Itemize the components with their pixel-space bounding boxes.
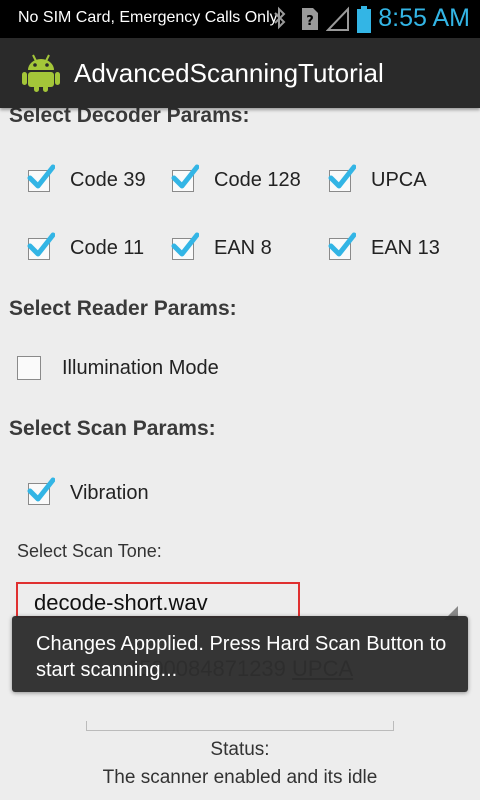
- checkbox-code11[interactable]: Code 11: [27, 232, 145, 260]
- checkbox-icon[interactable]: [328, 164, 356, 192]
- checkbox-label: UPCA: [371, 169, 427, 191]
- checkbox-label: EAN 8: [214, 237, 272, 259]
- checkbox-icon[interactable]: [328, 232, 356, 260]
- checkbox-label: Illumination Mode: [62, 356, 219, 379]
- android-icon[interactable]: [22, 52, 60, 97]
- checkbox-label: Code 11: [70, 237, 145, 259]
- checkbox-icon[interactable]: [27, 477, 55, 505]
- status-text: The scanner enabled and its idle: [102, 767, 378, 788]
- checkbox-code39[interactable]: Code 39: [27, 164, 146, 192]
- checkbox-ean13[interactable]: EAN 13: [328, 232, 440, 260]
- checkbox-illumination-mode[interactable]: Illumination Mode: [17, 356, 219, 380]
- checkbox-label: Code 128: [214, 169, 301, 191]
- status-bar: No SIM Card, Emergency Calls Only ? 8:55…: [0, 0, 480, 38]
- scan-tone-value: decode-short.wav: [34, 590, 208, 615]
- checkbox-vibration[interactable]: Vibration: [27, 477, 149, 505]
- checkbox-ean8[interactable]: EAN 8: [171, 232, 272, 260]
- checkbox-icon[interactable]: [171, 232, 199, 260]
- clock-time: 8:55 AM: [378, 4, 470, 32]
- carrier-text: No SIM Card, Emergency Calls Only: [18, 9, 278, 26]
- checkbox-icon[interactable]: [17, 356, 41, 380]
- checkbox-label: Vibration: [70, 482, 149, 504]
- toast-notification: Changes Appplied. Press Hard Scan Button…: [12, 616, 468, 692]
- status-label: Status:: [210, 739, 270, 760]
- divider: [86, 721, 394, 731]
- scan-tone-label: Select Scan Tone:: [17, 541, 162, 561]
- checkbox-icon[interactable]: [27, 164, 55, 192]
- toast-message: Changes Appplied. Press Hard Scan Button…: [36, 633, 447, 681]
- decoder-section-title: Select Decoder Params:: [9, 108, 250, 127]
- scan-section-title: Select Scan Params:: [9, 417, 216, 440]
- battery-icon: [356, 6, 372, 39]
- checkbox-label: Code 39: [70, 169, 146, 191]
- checkbox-icon[interactable]: [171, 164, 199, 192]
- reader-section-title: Select Reader Params:: [9, 297, 237, 320]
- checkbox-code128[interactable]: Code 128: [171, 164, 301, 192]
- checkbox-upca[interactable]: UPCA: [328, 164, 427, 192]
- app-title: AdvancedScanningTutorial: [74, 58, 384, 88]
- svg-text:?: ?: [306, 14, 314, 29]
- checkbox-label: EAN 13: [371, 237, 440, 259]
- unknown-sim-icon: ?: [300, 6, 320, 37]
- checkbox-icon[interactable]: [27, 232, 55, 260]
- settings-content: Select Decoder Params: Code 39 Code 128 …: [0, 108, 480, 800]
- bluetooth-icon: [272, 6, 288, 35]
- action-bar: AdvancedScanningTutorial: [0, 38, 480, 108]
- signal-icon: [325, 6, 350, 37]
